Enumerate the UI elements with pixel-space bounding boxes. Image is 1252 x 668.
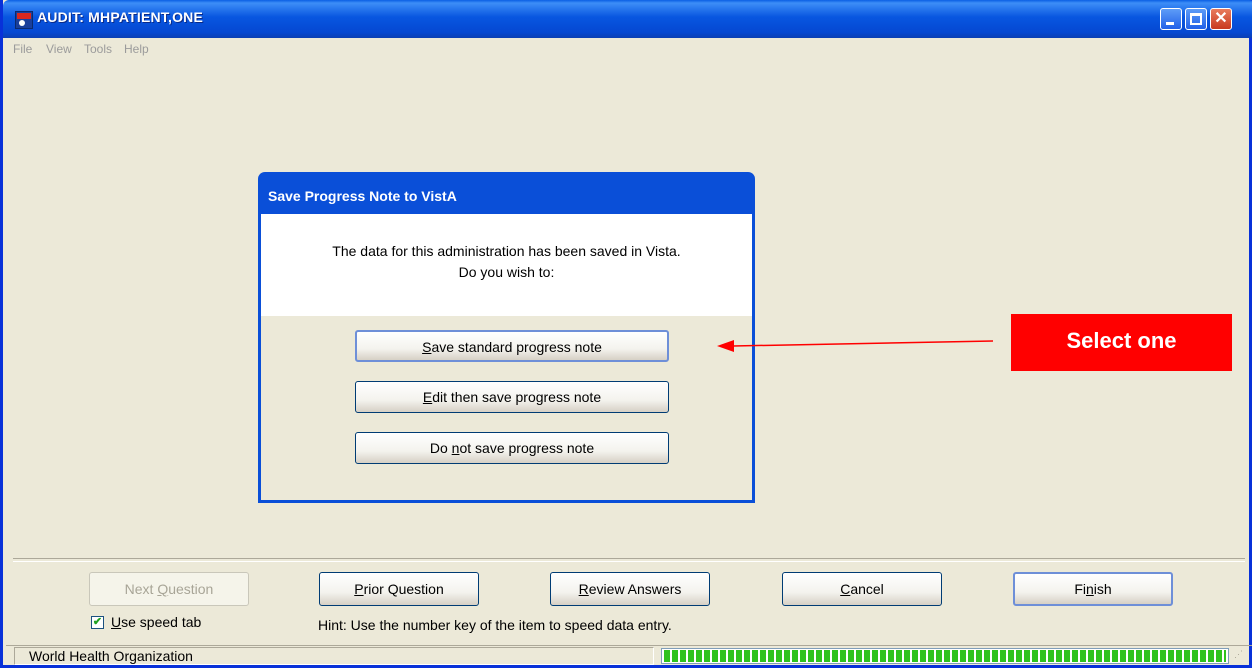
cancel-button[interactable]: Cancel	[782, 572, 942, 606]
progress-fill	[664, 650, 1226, 662]
menu-bar: File View Tools Help	[6, 38, 1252, 60]
edit-then-save-note-button[interactable]: Edit then save progress note	[355, 381, 669, 413]
main-window: AUDIT: MHPATIENT,ONE ✕ File View Tools H…	[0, 0, 1252, 668]
do-not-save-note-button[interactable]: Do not save progress note	[355, 432, 669, 464]
resize-grip-icon[interactable]: ⋰	[1234, 650, 1246, 663]
dialog-body: The data for this administration has bee…	[261, 214, 752, 500]
maximize-icon	[1190, 13, 1202, 25]
menu-view[interactable]: View	[46, 42, 72, 56]
review-answers-button[interactable]: Review Answers	[550, 572, 710, 606]
title-bar[interactable]: AUDIT: MHPATIENT,ONE ✕	[3, 0, 1252, 38]
annotation-label: Select one	[1011, 314, 1232, 371]
finish-button[interactable]: Finish	[1013, 572, 1173, 606]
next-question-button[interactable]: Next Question	[89, 572, 249, 606]
dialog-message: The data for this administration has bee…	[261, 214, 752, 316]
minimize-button[interactable]	[1160, 8, 1182, 30]
minimize-icon	[1166, 22, 1174, 25]
menu-file[interactable]: File	[13, 42, 32, 56]
separator	[13, 558, 1245, 562]
window-title: AUDIT: MHPATIENT,ONE	[37, 9, 204, 25]
save-progress-note-dialog: Save Progress Note to VistA The data for…	[258, 172, 755, 503]
dialog-message-line-2: Do you wish to:	[458, 264, 555, 280]
status-text: World Health Organization	[14, 647, 654, 665]
progress-bar	[661, 648, 1229, 664]
menu-tools[interactable]: Tools	[84, 42, 112, 56]
status-bar: World Health Organization ⋰	[6, 645, 1252, 666]
menu-help[interactable]: Help	[124, 42, 149, 56]
prior-question-button[interactable]: Prior Question	[319, 572, 479, 606]
hint-text: Hint: Use the number key of the item to …	[318, 617, 672, 633]
close-button[interactable]: ✕	[1210, 8, 1232, 30]
dialog-message-line-1: The data for this administration has bee…	[332, 243, 681, 259]
close-icon: ✕	[1214, 10, 1228, 27]
maximize-button[interactable]	[1185, 8, 1207, 30]
dialog-title: Save Progress Note to VistA	[268, 188, 457, 204]
speed-tab-checkbox[interactable]: ✔	[91, 616, 104, 629]
vista-app-icon	[15, 11, 33, 29]
save-standard-note-button[interactable]: Save standard progress note	[355, 330, 669, 362]
speed-tab-label: Use speed tab	[111, 614, 202, 630]
